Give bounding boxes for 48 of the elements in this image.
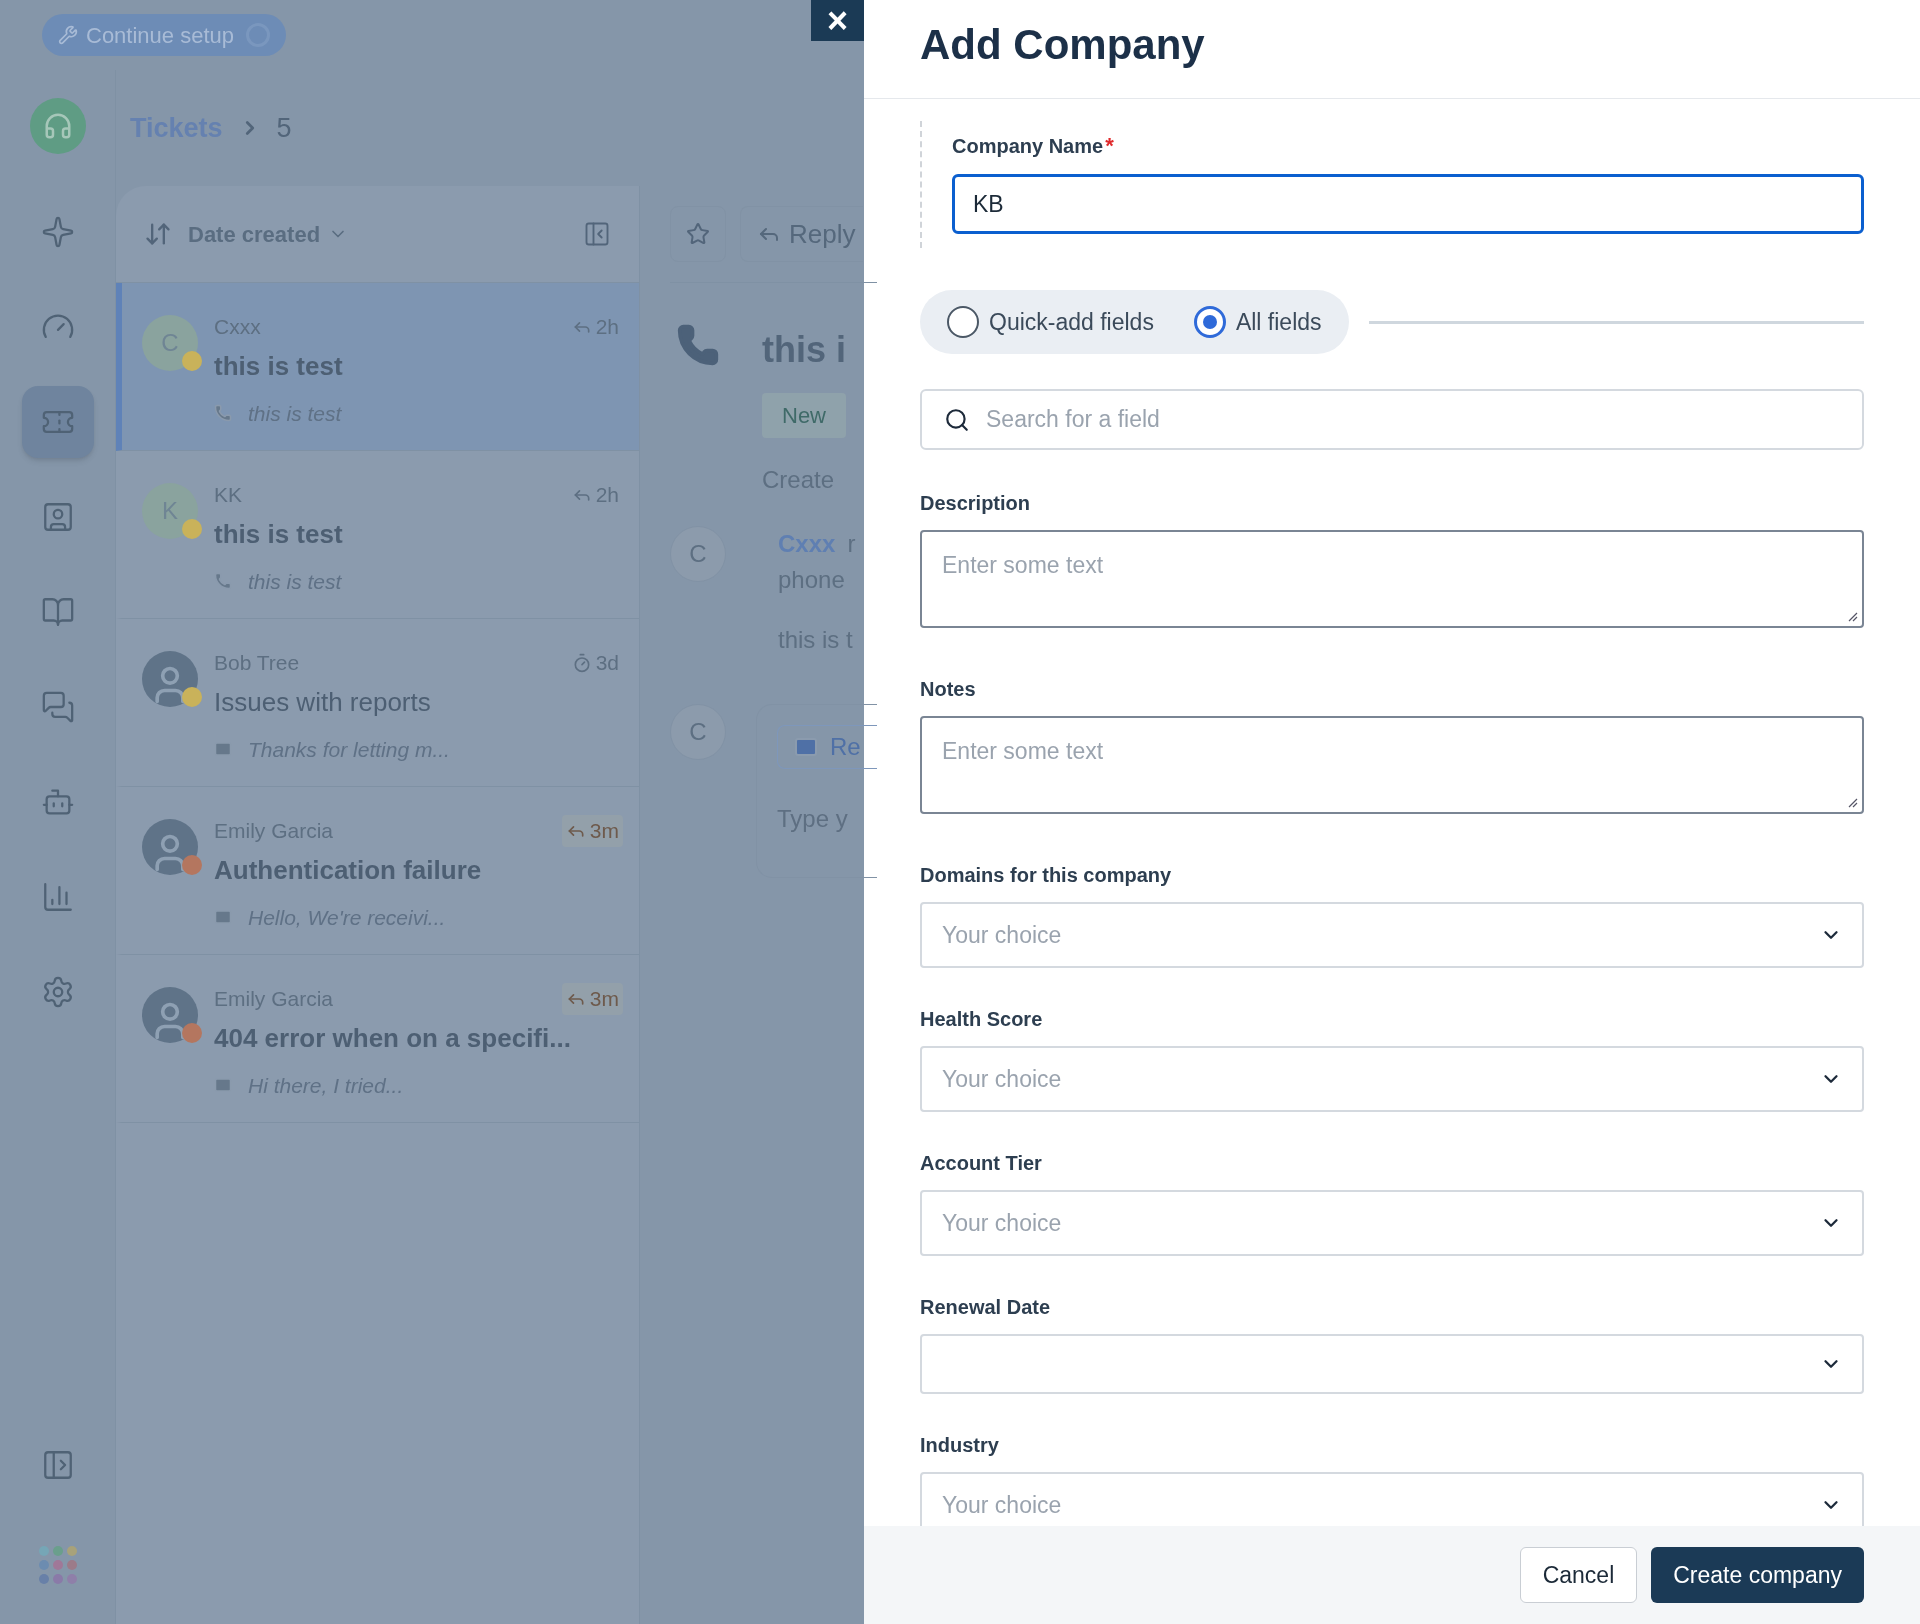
field-label: Industry bbox=[920, 1433, 1000, 1458]
mail-icon bbox=[794, 735, 818, 759]
close-button[interactable]: × bbox=[811, 0, 864, 41]
field-label: Domains for this company bbox=[920, 863, 1173, 888]
field-label: Description bbox=[920, 491, 1032, 516]
time-label: 3m bbox=[561, 815, 623, 847]
mode-radio[interactable]: Quick-add fields bbox=[947, 304, 1154, 340]
cancel-button[interactable]: Cancel bbox=[1519, 1547, 1638, 1603]
select-field[interactable]: Your choice bbox=[920, 1190, 1864, 1256]
resize-handle-icon[interactable] bbox=[1846, 610, 1858, 622]
field-label: Company Name bbox=[952, 133, 1104, 159]
field-label: Account Tier bbox=[920, 1151, 1043, 1176]
phone-icon bbox=[214, 404, 232, 423]
ticket-subject: Issues with reports bbox=[214, 685, 432, 719]
status-badge: New bbox=[762, 393, 846, 438]
sidebar-item[interactable] bbox=[21, 386, 94, 458]
star-icon bbox=[686, 222, 710, 246]
time-label: 3m bbox=[561, 983, 623, 1015]
ticket-subject: this is test bbox=[214, 517, 344, 551]
text-area[interactable]: Enter some text bbox=[920, 530, 1864, 628]
company-name-input[interactable]: KB bbox=[952, 174, 1864, 234]
required-marker: * bbox=[1105, 132, 1114, 160]
ticket-subject: Authentication failure bbox=[214, 853, 483, 887]
book-icon bbox=[40, 595, 75, 629]
collapse-panel-icon[interactable] bbox=[583, 220, 611, 248]
create-company-button[interactable]: Create company bbox=[1651, 1547, 1864, 1603]
text-area[interactable]: Enter some text bbox=[920, 716, 1864, 814]
ticket-subject: 404 error when on a specifi... bbox=[214, 1021, 572, 1055]
sparkle-icon bbox=[40, 215, 75, 249]
mode-radio[interactable]: All fields bbox=[1193, 304, 1322, 340]
field-label: Notes bbox=[920, 677, 977, 702]
select-field[interactable]: Your choice bbox=[920, 1046, 1864, 1112]
phone-icon bbox=[676, 323, 720, 367]
field-label: Renewal Date bbox=[920, 1295, 1052, 1320]
resize-handle-icon[interactable] bbox=[1846, 796, 1858, 808]
select-field[interactable]: Your choice bbox=[920, 902, 1864, 968]
chat-icon bbox=[40, 690, 75, 724]
continue-setup-button[interactable]: Continue setup bbox=[42, 14, 286, 56]
tools-icon bbox=[58, 25, 78, 45]
field-label: Health Score bbox=[920, 1007, 1044, 1032]
star-button[interactable] bbox=[670, 206, 726, 262]
app-grid-icon[interactable] bbox=[38, 1546, 77, 1584]
ticket-subject: this is test bbox=[214, 349, 344, 383]
search-field[interactable]: Search for a field bbox=[920, 389, 1864, 450]
search-icon bbox=[944, 406, 970, 433]
drawer-title: Add Company bbox=[920, 19, 1205, 70]
date-field[interactable] bbox=[920, 1334, 1864, 1394]
phone-icon bbox=[214, 572, 232, 591]
